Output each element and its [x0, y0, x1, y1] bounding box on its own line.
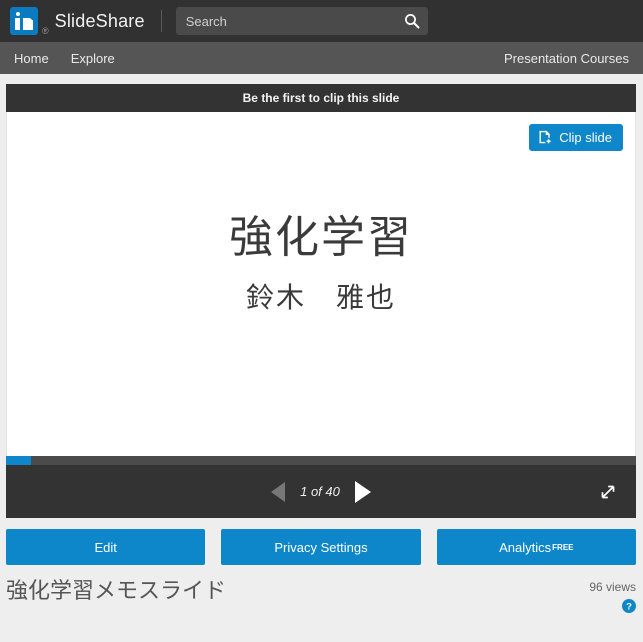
- slide-player-container: Be the first to clip this slide Clip sli…: [6, 84, 636, 518]
- slide-title-text: 強化学習: [229, 212, 413, 262]
- clip-slide-icon: [539, 130, 553, 145]
- previous-slide-icon[interactable]: [271, 481, 285, 502]
- header-divider: [160, 10, 162, 32]
- page-title: 強化学習メモスライド: [6, 578, 227, 603]
- player-navigation: 1 of 40: [271, 480, 371, 503]
- help-icon[interactable]: ?: [622, 599, 636, 613]
- player-controls-bar: 1 of 40: [6, 465, 636, 518]
- slide-progress-bar[interactable]: [6, 456, 636, 465]
- views-group: 96 views ?: [589, 578, 636, 618]
- logo-i-stem: [15, 18, 20, 30]
- edit-button[interactable]: Edit: [6, 529, 206, 565]
- nav-item-presentation-courses[interactable]: Presentation Courses: [504, 51, 629, 66]
- slide-progress-fill: [6, 456, 32, 465]
- fullscreen-icon[interactable]: [598, 482, 618, 502]
- analytics-button-label: Analytics: [499, 539, 552, 555]
- clip-slide-button-label: Clip slide: [559, 130, 612, 145]
- action-buttons-row: Edit Privacy Settings Analytics FREE: [6, 529, 636, 565]
- search-input[interactable]: [175, 7, 428, 35]
- page-indicator: 1 of 40: [300, 484, 340, 499]
- slide-author-text: 鈴木 雅也: [245, 282, 396, 314]
- logo-n-right: [28, 20, 33, 30]
- nav-item-home[interactable]: Home: [14, 51, 49, 66]
- svg-text:?: ?: [626, 602, 632, 613]
- logo-dot: [16, 12, 20, 16]
- analytics-button[interactable]: Analytics FREE: [436, 529, 636, 565]
- view-count: 96 views: [589, 580, 636, 594]
- search-icon[interactable]: [404, 13, 420, 29]
- privacy-settings-button[interactable]: Privacy Settings: [221, 529, 421, 565]
- analytics-free-badge: FREE: [552, 542, 574, 552]
- nav-item-explore[interactable]: Explore: [71, 51, 115, 66]
- search-box[interactable]: [175, 7, 428, 35]
- slideshare-brand-title[interactable]: SlideShare: [55, 11, 145, 32]
- edit-button-label: Edit: [94, 539, 117, 555]
- main-navigation-bar: Home Explore Presentation Courses: [0, 42, 643, 74]
- privacy-settings-button-label: Privacy Settings: [274, 539, 368, 555]
- clip-slide-button[interactable]: Clip slide: [529, 124, 623, 151]
- clip-banner: Be the first to clip this slide: [6, 84, 636, 112]
- slide-viewport[interactable]: Clip slide 強化学習 鈴木 雅也: [6, 112, 636, 456]
- slide-content: 強化学習 鈴木 雅也: [7, 112, 635, 456]
- registered-trademark-mark: ®: [42, 26, 49, 36]
- next-slide-icon[interactable]: [355, 480, 371, 503]
- top-header-bar: ® SlideShare: [0, 0, 643, 42]
- document-footer: 強化学習メモスライド 96 views ?: [6, 578, 636, 618]
- linkedin-logo-icon[interactable]: [10, 7, 38, 35]
